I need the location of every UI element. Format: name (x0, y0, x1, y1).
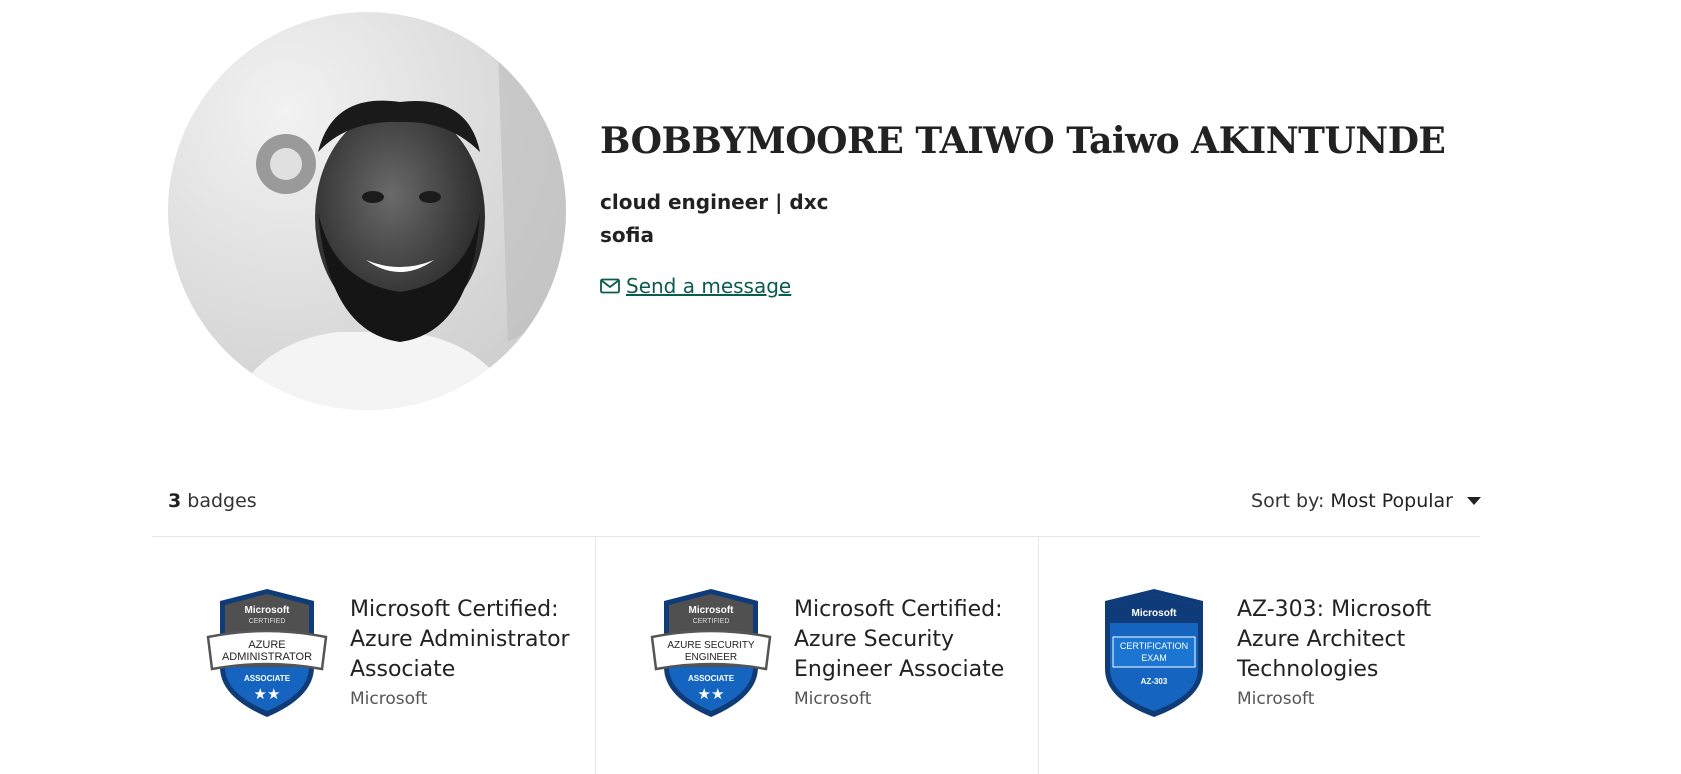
azure-administrator-badge-icon: Microsoft CERTIFIED AZURE ADMINISTRATOR … (206, 589, 328, 717)
avatar-photo (168, 12, 566, 410)
sort-label: Sort by: (1251, 490, 1325, 512)
badge-1-ribbon-line-1: AZURE (248, 639, 285, 651)
badge-1-sub-text: CERTIFIED (249, 618, 286, 625)
send-message-label[interactable]: Send a message (626, 274, 791, 298)
badge-3-box-line-1: CERTIFICATION (1120, 641, 1188, 651)
badges-count-number: 3 (168, 490, 182, 512)
profile-location: sofia (600, 223, 654, 247)
badge-title[interactable]: Microsoft Certified: Azure Security Engi… (794, 595, 1026, 685)
badges-count-label: badges (187, 490, 257, 512)
badge-title[interactable]: AZ-303: Microsoft Azure Architect Techno… (1237, 595, 1469, 685)
badge-3-code: AZ-303 (1141, 677, 1168, 686)
badge-card-azure-security-engineer[interactable]: Microsoft CERTIFIED AZURE SECURITY ENGIN… (595, 537, 1038, 774)
badge-issuer: Microsoft (794, 689, 872, 709)
profile-name: BOBBYMOORE TAIWO Taiwo AKINTUNDE (600, 120, 1446, 162)
badges-count: 3 badges (168, 490, 257, 512)
badge-2-sub-text: CERTIFIED (693, 618, 730, 625)
sort-value[interactable]: Most Popular (1330, 490, 1453, 512)
badge-2-ribbon-line-2: ENGINEER (685, 652, 737, 663)
azure-security-engineer-badge-icon: Microsoft CERTIFIED AZURE SECURITY ENGIN… (650, 589, 772, 717)
profile-job: cloud engineer | dxc (600, 190, 829, 214)
badge-3-box-line-2: EXAM (1141, 653, 1167, 663)
badge-title[interactable]: Microsoft Certified: Azure Administrator… (350, 595, 582, 685)
badge-1-top-text: Microsoft (245, 605, 291, 616)
badge-card-azure-administrator[interactable]: Microsoft CERTIFIED AZURE ADMINISTRATOR … (152, 537, 594, 774)
badge-2-top-text: Microsoft (689, 605, 735, 616)
sort-dropdown[interactable]: Sort by: Most Popular (1251, 490, 1481, 512)
badge-2-ribbon-line-1: AZURE SECURITY (667, 640, 755, 651)
badge-1-level: ASSOCIATE (244, 674, 291, 683)
badge-3-top-text: Microsoft (1132, 608, 1178, 619)
badge-2-stars: ★★ (698, 685, 725, 703)
badge-issuer: Microsoft (350, 689, 428, 709)
badge-1-stars: ★★ (254, 685, 281, 703)
envelope-icon (600, 278, 620, 294)
badge-2-level: ASSOCIATE (688, 674, 735, 683)
badge-issuer: Microsoft (1237, 689, 1315, 709)
badge-1-ribbon-line-2: ADMINISTRATOR (222, 651, 312, 663)
send-message-link[interactable]: Send a message (600, 274, 791, 298)
chevron-down-icon[interactable] (1467, 496, 1481, 506)
az-303-exam-badge-icon: Microsoft CERTIFICATION EXAM AZ-303 (1105, 589, 1203, 717)
profile-avatar (168, 12, 566, 410)
badge-card-az-303[interactable]: Microsoft CERTIFICATION EXAM AZ-303 AZ-3… (1038, 537, 1481, 774)
